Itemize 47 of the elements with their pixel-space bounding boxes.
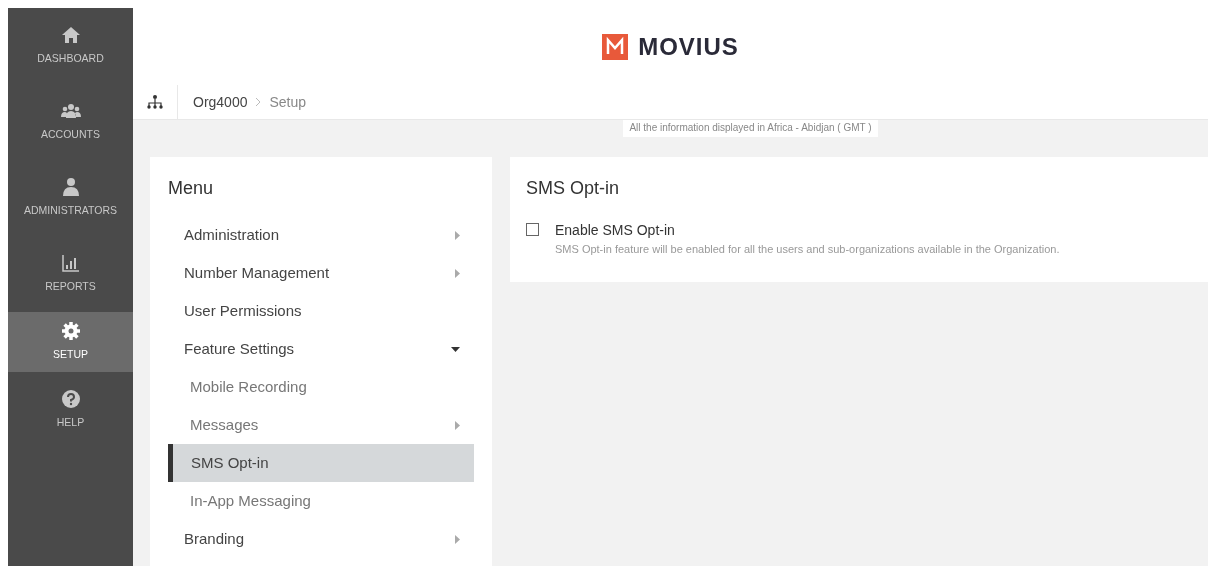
sidebar-item[interactable]: ACCOUNTS: [8, 84, 133, 160]
chevron-right-icon: [255, 97, 262, 107]
menu-item[interactable]: Mobile Recording: [168, 368, 474, 406]
menu-item-label: Feature Settings: [184, 338, 295, 359]
menu-item[interactable]: Feature Settings: [168, 330, 474, 368]
menu-item[interactable]: User Permissions: [168, 292, 474, 330]
menu-item-label: Branding: [184, 528, 245, 549]
home-icon: [60, 25, 81, 46]
sidebar-label: ACCOUNTS: [41, 127, 100, 143]
menu-item[interactable]: In-App Messaging: [168, 482, 474, 520]
menu-item-label: Number Management: [184, 262, 330, 283]
checkbox[interactable]: [526, 223, 539, 236]
breadcrumb-item[interactable]: Setup: [269, 91, 307, 113]
menu-item[interactable]: Number Management: [168, 254, 474, 292]
option-description: SMS Opt-in feature will be enabled for all the users and sub-organizations available in the Organization.: [555, 242, 1060, 257]
logo-icon: [602, 33, 629, 60]
timezone-note: All the information displayed in Africa - Abidjan ( GMT ): [623, 120, 878, 137]
menu-item-label: In-App Messaging: [190, 490, 311, 511]
menu-item[interactable]: Branding: [168, 520, 474, 558]
sidebar-item[interactable]: ADMINISTRATORS: [8, 160, 133, 236]
sidebar-label: DASHBOARD: [37, 51, 104, 67]
option-label: Enable SMS Opt-in: [555, 221, 676, 240]
menu-item-label: Mobile Recording: [190, 376, 307, 397]
menu-item[interactable]: Messages: [168, 406, 474, 444]
sidebar-item[interactable]: DASHBOARD: [8, 8, 133, 84]
menu-item-label: SMS Opt-in: [191, 452, 269, 473]
menu-item-label: User Permissions: [184, 300, 302, 321]
person-icon: [60, 177, 81, 198]
hierarchy-icon[interactable]: [147, 95, 163, 109]
menu-item-label: Messages: [190, 414, 259, 435]
menu-item[interactable]: SMS Opt-in: [168, 444, 474, 482]
panel-title: SMS Opt-in: [526, 177, 621, 200]
sidebar-label: HELP: [56, 415, 85, 431]
sidebar-item[interactable]: SETUP: [8, 312, 133, 372]
sidebar-item[interactable]: HELP: [8, 372, 133, 448]
sidebar-label: SETUP: [53, 347, 88, 363]
menu-title: Menu: [168, 177, 215, 200]
sidebar-label: REPORTS: [45, 279, 96, 295]
help-icon: [60, 389, 81, 410]
chart-icon: [60, 253, 81, 274]
breadcrumb-item[interactable]: Org4000: [178, 91, 248, 113]
settings-icon: [60, 321, 81, 342]
menu-item-label: Administration: [184, 224, 280, 245]
sidebar-label: ADMINISTRATORS: [24, 203, 117, 219]
menu-item[interactable]: Administration: [168, 216, 474, 254]
sidebar-item[interactable]: REPORTS: [8, 236, 133, 312]
logo-text: MOVIUS: [638, 31, 739, 62]
